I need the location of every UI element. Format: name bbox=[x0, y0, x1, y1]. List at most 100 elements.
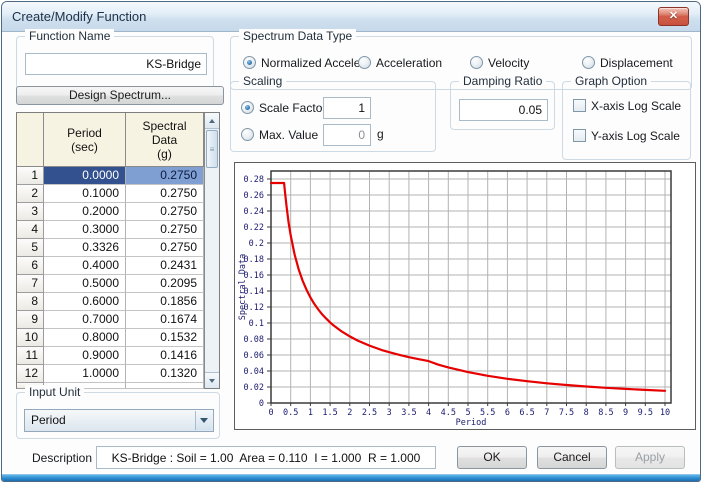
period-cell[interactable]: 0.1000 bbox=[44, 185, 126, 203]
row-number-cell[interactable]: 8 bbox=[17, 293, 44, 311]
table-row: 6 0.4000 0.2431 bbox=[17, 257, 204, 275]
spectral-data-cell[interactable]: 0.1674 bbox=[126, 311, 204, 329]
svg-text:1.5: 1.5 bbox=[322, 408, 337, 418]
combo-arrow bbox=[195, 411, 212, 430]
scroll-down-button[interactable] bbox=[205, 372, 219, 388]
spectrum-type-radio-3[interactable] bbox=[582, 56, 595, 69]
spectrum-table: Period (sec) Spectral Data (g) 1 0.0000 0.275… bbox=[16, 112, 220, 389]
table-columns: Period (sec) Spectral Data (g) 1 0.0000 0.275… bbox=[17, 113, 204, 389]
table-scrollbar[interactable]: ≡ bbox=[204, 113, 219, 388]
row-number-cell[interactable]: 10 bbox=[17, 329, 44, 347]
input-unit-group: Input Unit Period bbox=[16, 385, 220, 439]
spectral-data-cell[interactable]: 0.2750 bbox=[126, 185, 204, 203]
svg-text:8.5: 8.5 bbox=[598, 408, 613, 418]
scroll-up-button[interactable] bbox=[205, 113, 219, 129]
window-bottom-frame bbox=[2, 474, 700, 481]
ok-button[interactable]: OK bbox=[457, 446, 527, 469]
header-spectral-cell: Spectral Data (g) bbox=[126, 113, 204, 167]
period-cell[interactable]: 0.8000 bbox=[44, 329, 126, 347]
table-row: 2 0.1000 0.2750 bbox=[17, 185, 204, 203]
table-row: 11 0.9000 0.1416 bbox=[17, 347, 204, 365]
function-name-input[interactable] bbox=[25, 53, 207, 75]
row-number-cell[interactable]: 9 bbox=[17, 311, 44, 329]
damping-ratio-input[interactable] bbox=[459, 99, 548, 121]
row-number-cell[interactable]: 6 bbox=[17, 257, 44, 275]
max-value-input[interactable] bbox=[323, 124, 371, 146]
svg-text:0: 0 bbox=[259, 399, 264, 409]
svg-text:6.5: 6.5 bbox=[519, 408, 534, 418]
row-number-cell[interactable]: 4 bbox=[17, 221, 44, 239]
spectral-data-cell[interactable]: 0.2750 bbox=[126, 203, 204, 221]
row-number-cell[interactable]: 1 bbox=[17, 167, 44, 185]
spectral-data-cell[interactable]: 0.2750 bbox=[126, 239, 204, 257]
thumb-grip-icon: ≡ bbox=[209, 144, 215, 154]
scrollbar-thumb[interactable]: ≡ bbox=[206, 130, 218, 168]
svg-text:5: 5 bbox=[465, 408, 470, 418]
svg-text:0.28: 0.28 bbox=[244, 175, 264, 185]
row-number-cell[interactable]: 7 bbox=[17, 275, 44, 293]
description-input[interactable] bbox=[96, 446, 436, 469]
spectral-data-cell[interactable]: 0.1416 bbox=[126, 347, 204, 365]
scaling-group-label: Scaling bbox=[239, 74, 287, 88]
svg-text:9: 9 bbox=[623, 408, 628, 418]
graph-option-group: Graph Option X-axis Log Scale Y-axis Log… bbox=[562, 74, 691, 160]
max-value-label: Max. Value bbox=[259, 128, 319, 142]
max-value-radio[interactable] bbox=[241, 128, 254, 141]
cancel-button[interactable]: Cancel bbox=[537, 446, 607, 469]
scale-factor-radio[interactable] bbox=[241, 101, 254, 114]
period-cell[interactable]: 0.3000 bbox=[44, 221, 126, 239]
row-number-cell[interactable]: 5 bbox=[17, 239, 44, 257]
svg-text:0.08: 0.08 bbox=[244, 335, 264, 345]
table-row: 7 0.5000 0.2095 bbox=[17, 275, 204, 293]
period-cell[interactable]: 0.5000 bbox=[44, 275, 126, 293]
chevron-down-icon bbox=[200, 418, 208, 423]
svg-text:0.2: 0.2 bbox=[249, 239, 264, 249]
row-number-cell[interactable]: 11 bbox=[17, 347, 44, 365]
dialog-create-modify-function: Create/Modify Function ✕ Function Name S… bbox=[1, 1, 701, 482]
spectral-data-cell[interactable]: 0.2750 bbox=[126, 167, 204, 185]
svg-text:0.22: 0.22 bbox=[244, 223, 264, 233]
damping-ratio-group: Damping Ratio bbox=[450, 74, 555, 130]
spectral-data-cell[interactable]: 0.1320 bbox=[126, 365, 204, 383]
spectral-data-cell[interactable]: 0.1856 bbox=[126, 293, 204, 311]
row-number-cell[interactable]: 3 bbox=[17, 203, 44, 221]
spectrum-type-radio-label-3: Displacement bbox=[600, 56, 673, 70]
svg-text:7.5: 7.5 bbox=[559, 408, 574, 418]
spectrum-type-radio-0[interactable] bbox=[243, 56, 256, 69]
y-axis-log-label: Y-axis Log Scale bbox=[591, 129, 680, 143]
period-cell[interactable]: 0.2000 bbox=[44, 203, 126, 221]
svg-text:0.06: 0.06 bbox=[244, 351, 264, 361]
close-button[interactable]: ✕ bbox=[658, 7, 689, 26]
spectrum-type-radio-label-0: Normalized Accele bbox=[261, 56, 361, 70]
spectrum-type-radio-2[interactable] bbox=[470, 56, 483, 69]
spectrum-type-radio-1[interactable] bbox=[358, 56, 371, 69]
design-spectrum-button[interactable]: Design Spectrum... bbox=[16, 86, 224, 105]
period-cell[interactable]: 0.0000 bbox=[44, 167, 126, 185]
x-axis-log-checkbox[interactable] bbox=[573, 99, 586, 112]
input-unit-group-label: Input Unit bbox=[25, 385, 85, 399]
spectral-data-cell[interactable]: 0.2095 bbox=[126, 275, 204, 293]
period-cell[interactable]: 0.3326 bbox=[44, 239, 126, 257]
apply-button[interactable]: Apply bbox=[615, 446, 685, 469]
spectrum-type-radio-label-2: Velocity bbox=[488, 56, 530, 70]
svg-text:1: 1 bbox=[308, 408, 313, 418]
spectrum-chart-panel: 0 0.5 1 1.5 2 2.5 3 3.5 4 4.5 5 5.5 6 6.5 7 7.5 8 8.5 9 9.5… bbox=[234, 162, 696, 430]
max-value-unit-label: g bbox=[377, 127, 384, 141]
dialog-title: Create/Modify Function bbox=[12, 9, 147, 24]
spectral-data-cell[interactable]: 0.1532 bbox=[126, 329, 204, 347]
row-number-cell[interactable]: 2 bbox=[17, 185, 44, 203]
scale-factor-input[interactable] bbox=[323, 97, 371, 119]
input-unit-select[interactable]: Period bbox=[24, 409, 214, 432]
scaling-group: Scaling Scale Factor Max. Value g bbox=[230, 74, 436, 152]
spectral-data-cell[interactable]: 0.2750 bbox=[126, 221, 204, 239]
period-cell[interactable]: 1.0000 bbox=[44, 365, 126, 383]
period-cell[interactable]: 0.6000 bbox=[44, 293, 126, 311]
svg-text:5.5: 5.5 bbox=[480, 408, 495, 418]
period-cell[interactable]: 0.9000 bbox=[44, 347, 126, 365]
y-axis-log-checkbox[interactable] bbox=[573, 129, 586, 142]
period-cell[interactable]: 0.4000 bbox=[44, 257, 126, 275]
spectral-data-cell[interactable]: 0.2431 bbox=[126, 257, 204, 275]
period-cell[interactable]: 0.7000 bbox=[44, 311, 126, 329]
spectrum-data-type-group-label: Spectrum Data Type bbox=[239, 29, 357, 43]
row-number-cell[interactable]: 12 bbox=[17, 365, 44, 383]
